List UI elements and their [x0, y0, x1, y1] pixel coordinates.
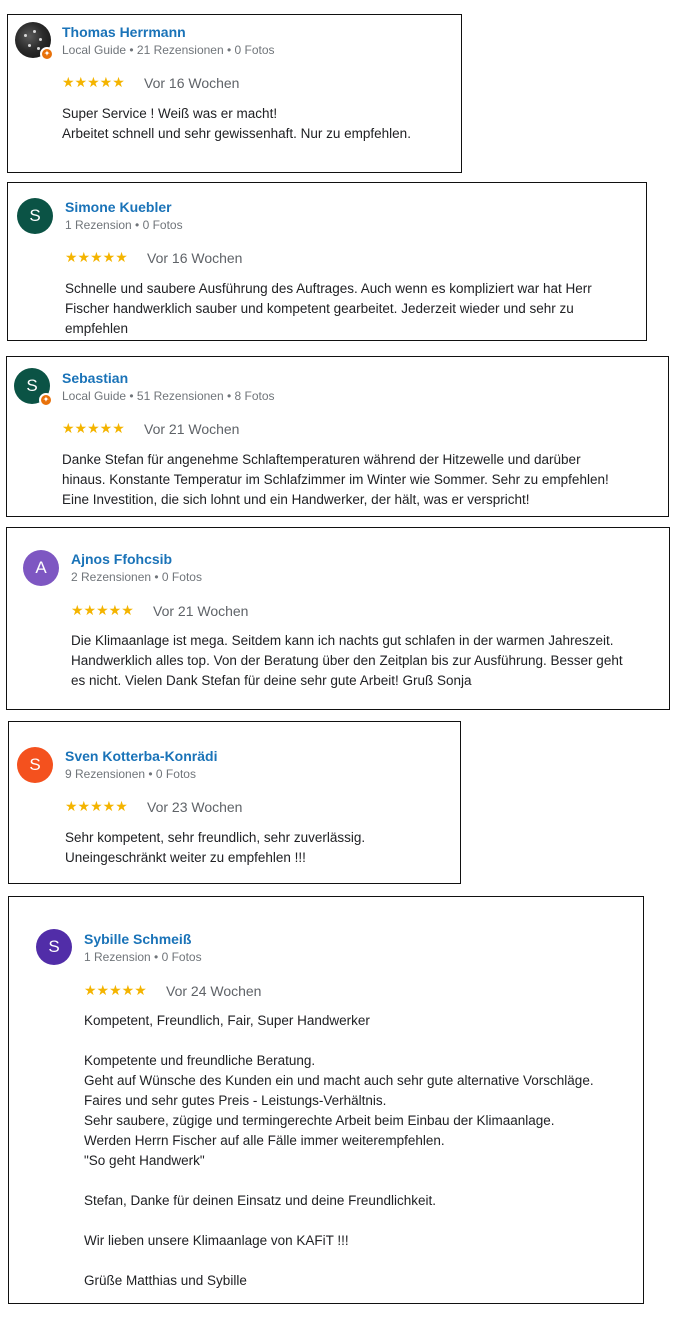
reviewer-meta: Local Guide • 51 Rezensionen • 8 Fotos: [62, 389, 275, 403]
star-rating: ★★★★★: [62, 74, 125, 90]
review-card: S Sybille Schmeiß 1 Rezension • 0 Fotos …: [8, 896, 644, 1304]
reviewer-name[interactable]: Ajnos Ffohcsib: [71, 551, 172, 567]
reviewer-name[interactable]: Simone Kuebler: [65, 199, 172, 215]
review-text: Kompetent, Freundlich, Fair, Super Handw…: [84, 1013, 594, 1288]
review-date: Vor 16 Wochen: [144, 75, 240, 91]
reviewer-name[interactable]: Sebastian: [62, 370, 128, 386]
review-text: Danke Stefan für angenehme Schlaftempera…: [62, 452, 609, 507]
review-card: S Simone Kuebler 1 Rezension • 0 Fotos ★…: [7, 182, 647, 341]
reviewer-meta: 1 Rezension • 0 Fotos: [65, 218, 183, 232]
review-date: Vor 16 Wochen: [147, 250, 243, 266]
avatar[interactable]: ✦: [15, 22, 54, 61]
avatar[interactable]: S: [17, 747, 53, 783]
avatar-letter: S: [26, 376, 38, 395]
star-rating: ★★★★★: [65, 798, 128, 814]
review-text: Super Service ! Weiß was er macht! Arbei…: [62, 106, 411, 141]
review-text: Sehr kompetent, sehr freundlich, sehr zu…: [65, 830, 366, 865]
review-date: Vor 24 Wochen: [166, 983, 262, 999]
reviewer-meta: Local Guide • 21 Rezensionen • 0 Fotos: [62, 43, 275, 57]
reviewer-meta: 2 Rezensionen • 0 Fotos: [71, 570, 202, 584]
review-text: Schnelle und saubere Ausführung des Auft…: [65, 281, 592, 336]
review-card: ✦ Thomas Herrmann Local Guide • 21 Rezen…: [7, 14, 462, 173]
star-rating: ★★★★★: [84, 982, 147, 998]
avatar[interactable]: S ✦: [14, 368, 53, 407]
star-rating: ★★★★★: [65, 249, 128, 265]
reviewer-meta: 9 Rezensionen • 0 Fotos: [65, 767, 196, 781]
star-rating: ★★★★★: [71, 602, 134, 618]
avatar[interactable]: A: [23, 550, 59, 586]
review-card: S Sven Kotterba-Konrädi 9 Rezensionen • …: [8, 721, 461, 884]
star-rating: ★★★★★: [62, 420, 125, 436]
avatar[interactable]: S: [36, 929, 72, 965]
reviewer-name[interactable]: Sven Kotterba-Konrädi: [65, 748, 217, 764]
reviewer-name[interactable]: Thomas Herrmann: [62, 24, 186, 40]
review-card: S ✦ Sebastian Local Guide • 51 Rezension…: [6, 356, 669, 517]
review-date: Vor 21 Wochen: [153, 603, 249, 619]
review-date: Vor 23 Wochen: [147, 799, 243, 815]
reviewer-name[interactable]: Sybille Schmeiß: [84, 931, 191, 947]
review-text: Die Klimaanlage ist mega. Seitdem kann i…: [71, 633, 623, 688]
local-guide-badge-icon: ✦: [39, 393, 53, 407]
review-card: A Ajnos Ffohcsib 2 Rezensionen • 0 Fotos…: [6, 527, 670, 710]
reviewer-meta: 1 Rezension • 0 Fotos: [84, 950, 202, 964]
local-guide-badge-icon: ✦: [40, 47, 54, 61]
review-date: Vor 21 Wochen: [144, 421, 240, 437]
avatar[interactable]: S: [17, 198, 53, 234]
